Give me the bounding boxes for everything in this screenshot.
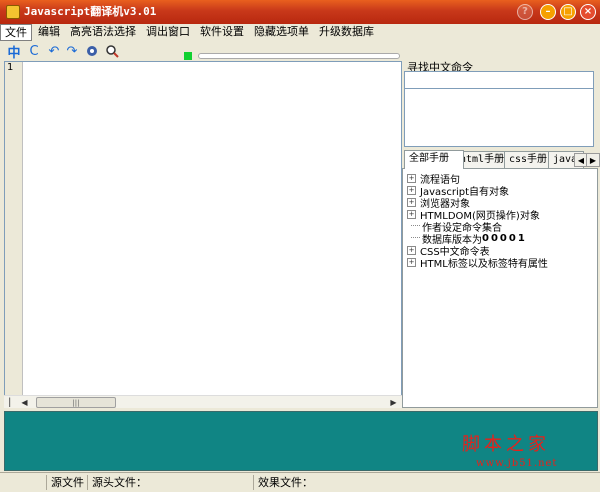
window-title: Javascript翻译机v3.01: [24, 5, 157, 18]
status-indicator: [184, 52, 192, 60]
search-icon[interactable]: [104, 43, 120, 59]
line-number-gutter: 1: [5, 62, 23, 396]
redo-icon[interactable]: ↷: [64, 43, 80, 59]
menu-upgrade-database[interactable]: 升级数据库: [315, 24, 378, 39]
expand-icon[interactable]: +: [407, 209, 416, 219]
manual-tree: + 流程语句 + Javascript自有对象 + 浏览器对象 + HTMLDO…: [402, 168, 598, 408]
menu-syntax-highlight[interactable]: 高亮语法选择: [66, 24, 140, 39]
manual-tabs: 全部手册 html手册 css手册 java ◀ ▶: [402, 150, 600, 169]
close-button[interactable]: ×: [580, 4, 596, 20]
expand-icon[interactable]: +: [407, 257, 416, 267]
scroll-thumb[interactable]: |||: [36, 397, 116, 408]
expand-icon[interactable]: +: [407, 185, 416, 195]
refresh-icon[interactable]: C: [26, 43, 42, 59]
status-effect-file: 效果文件：: [253, 475, 600, 490]
settings-gear-icon[interactable]: [84, 43, 100, 59]
menu-hide-options[interactable]: 隐藏选项单: [250, 24, 313, 39]
maximize-button[interactable]: □: [560, 4, 576, 20]
tab-scroll-right-icon[interactable]: ▶: [586, 153, 600, 167]
undo-icon[interactable]: ↶: [46, 43, 62, 59]
chinese-mode-icon[interactable]: 中: [6, 43, 22, 61]
tree-item[interactable]: + HTML标签以及标签特有属性: [407, 256, 548, 270]
menu-bar: 文件 编辑 高亮语法选择 调出窗口 软件设置 隐藏选项单 升级数据库: [0, 24, 600, 41]
status-source-header: 源头文件：: [87, 475, 257, 490]
minimize-button[interactable]: –: [540, 4, 556, 20]
code-editor[interactable]: 1: [4, 61, 402, 408]
app-icon: [6, 5, 20, 19]
expand-icon[interactable]: +: [407, 197, 416, 207]
title-bar[interactable]: Javascript翻译机v3.01 ? – □ ×: [0, 0, 600, 24]
expand-icon[interactable]: +: [407, 173, 416, 183]
expand-icon[interactable]: +: [407, 245, 416, 255]
scroll-left-icon[interactable]: ◀: [18, 396, 31, 409]
watermark-logo: 脚本之家: [462, 434, 550, 455]
help-button[interactable]: ?: [517, 4, 533, 20]
menu-file[interactable]: 文件: [0, 24, 32, 41]
menu-edit[interactable]: 编辑: [34, 24, 64, 39]
tab-all-manuals[interactable]: 全部手册: [404, 150, 464, 169]
tree-connector: [411, 225, 420, 227]
tree-connector: [411, 237, 420, 239]
watermark-url: www.jb51.net: [476, 458, 558, 469]
search-results-list[interactable]: [404, 89, 594, 147]
status-bar: 源文件 源头文件： 效果文件：: [0, 472, 600, 492]
scroll-right-icon[interactable]: ▶: [387, 396, 400, 409]
progress-bar: [198, 53, 400, 59]
horizontal-scrollbar[interactable]: ▏ ◀ ||| ▶: [4, 395, 402, 408]
line-number: 1: [7, 62, 14, 73]
menu-settings[interactable]: 软件设置: [196, 24, 248, 39]
menu-windows[interactable]: 调出窗口: [142, 24, 194, 39]
search-input[interactable]: [404, 71, 594, 89]
status-source-file: 源文件: [46, 475, 91, 490]
